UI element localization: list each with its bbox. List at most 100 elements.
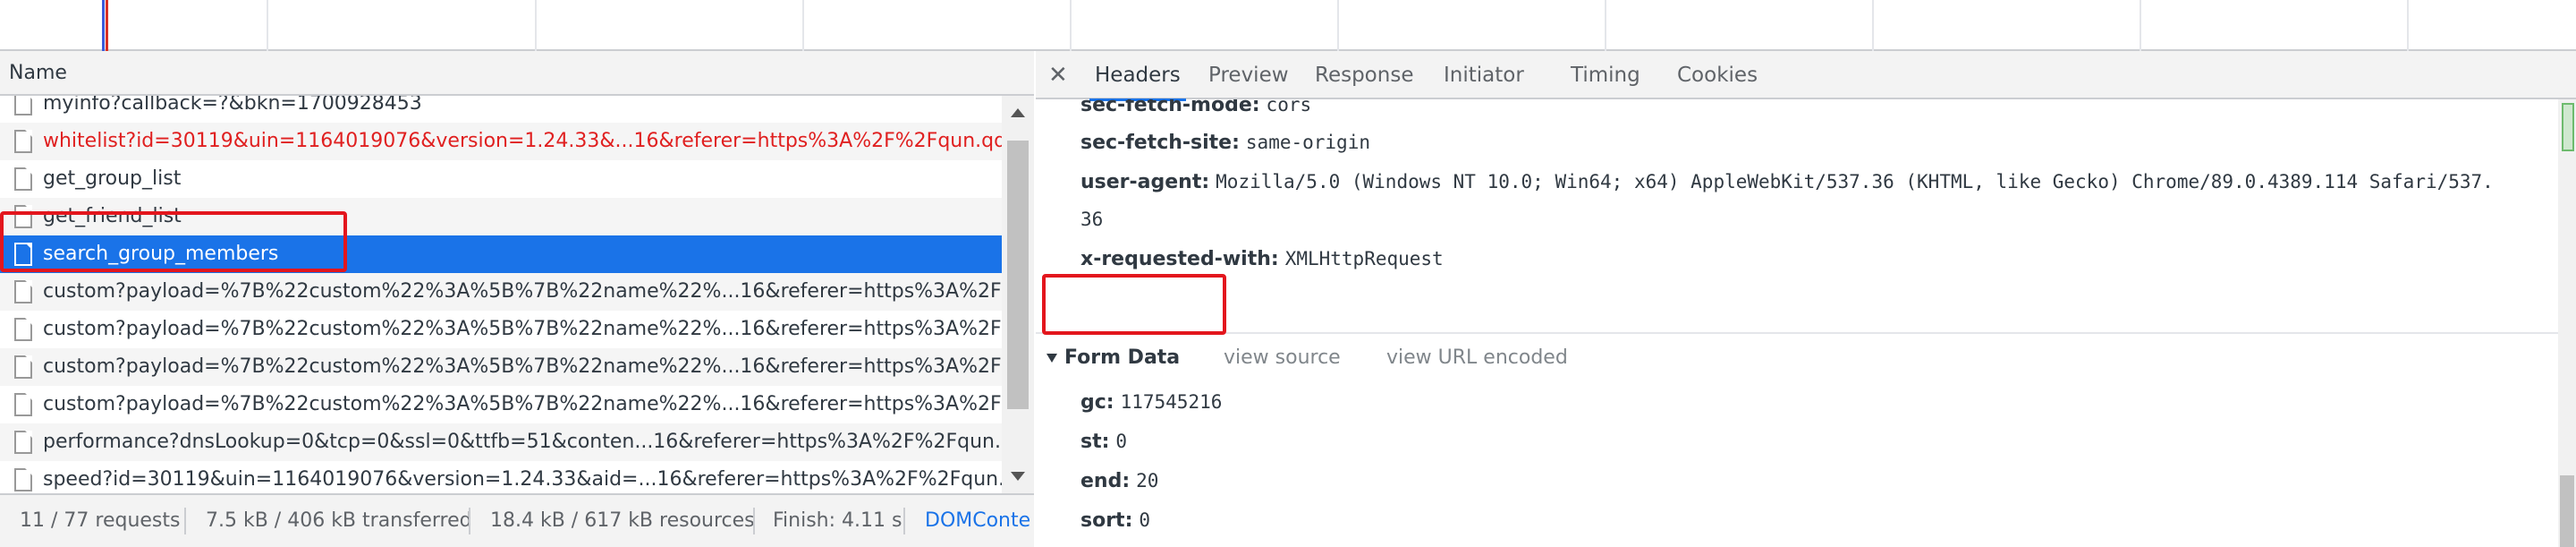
timeline-overview[interactable] <box>0 0 2576 51</box>
status-divider <box>184 508 186 534</box>
header-line: 36 <box>1080 209 1103 231</box>
file-icon <box>14 393 32 416</box>
timeline-dom-marker <box>102 0 105 51</box>
header-line-value: Mozilla/5.0 (Windows NT 10.0; Win64; x64… <box>1216 171 2494 192</box>
request-name: performance?dnsLookup=0&tcp=0&ssl=0&ttfb… <box>43 431 1002 453</box>
request-list-scrollbar[interactable] <box>1002 96 1034 493</box>
scrollbar-thumb[interactable] <box>1007 141 1029 409</box>
header-line: user-agent: Mozilla/5.0 (Windows NT 10.0… <box>1080 171 2494 193</box>
header-line-value: same-origin <box>1245 132 1370 153</box>
detail-tabbar: ✕ Headers Preview Response Initiator Timing C… <box>1036 51 2576 101</box>
form-field: st: 0 <box>1080 431 1127 453</box>
request-name: custom?payload=%7B%22custom%22%3A%5B%7B%… <box>43 393 1002 415</box>
scroll-minimap <box>2562 103 2574 151</box>
timeline-gridline <box>267 0 268 51</box>
file-icon <box>14 318 32 341</box>
tab-headers[interactable]: Headers <box>1089 51 1186 101</box>
form-field-value: 117545216 <box>1120 391 1223 413</box>
tab-cookies[interactable]: Cookies <box>1677 51 1758 99</box>
timeline-gridline <box>1070 0 1072 51</box>
scrollbar-thumb[interactable] <box>2560 475 2574 547</box>
header-line: x-requested-with: XMLHttpRequest <box>1080 248 1444 270</box>
request-name: custom?payload=%7B%22custom%22%3A%5B%7B%… <box>43 280 1002 303</box>
request-row[interactable]: speed?id=30119&uin=1164019076&version=1.… <box>0 461 1002 493</box>
form-field-key: gc: <box>1080 391 1114 414</box>
form-field-key: end: <box>1080 470 1131 492</box>
timeline-gridline <box>1337 0 1339 51</box>
network-status-bar: 11 / 77 requests 7.5 kB / 406 kB transfe… <box>0 493 1034 547</box>
request-row[interactable]: myinfo?callback=?&bkn=1700928453 <box>0 96 1002 123</box>
annotation-box-form-data <box>1042 274 1226 335</box>
request-name: speed?id=30119&uin=1164019076&version=1.… <box>43 468 1002 491</box>
header-line-key: x-requested-with: <box>1080 248 1279 270</box>
tab-timing[interactable]: Timing <box>1571 51 1640 99</box>
timeline-gridline <box>1605 0 1606 51</box>
file-icon <box>14 280 32 303</box>
annotation-box-search-group-members <box>0 211 347 272</box>
view-source-link[interactable]: view source <box>1224 346 1341 369</box>
request-row[interactable]: performance?dnsLookup=0&tcp=0&ssl=0&ttfb… <box>0 423 1002 461</box>
transferred-size: 7.5 kB / 406 kB transferred <box>206 509 472 532</box>
tab-initiator[interactable]: Initiator <box>1444 51 1524 99</box>
form-data-title: Form Data <box>1064 346 1181 369</box>
form-data-toggle[interactable]: Form Data <box>1046 346 1180 369</box>
file-icon <box>14 355 32 379</box>
file-icon <box>14 431 32 454</box>
header-line-value: XMLHttpRequest <box>1284 248 1444 269</box>
request-count: 11 / 77 requests <box>20 509 181 532</box>
timeline-gridline <box>1872 0 1874 51</box>
timeline-gridline <box>2140 0 2141 51</box>
form-field-key: sort: <box>1080 509 1133 532</box>
header-line-key: sec-fetch-site: <box>1080 132 1240 154</box>
form-field-value: 0 <box>1115 431 1128 452</box>
request-name: myinfo?callback=?&bkn=1700928453 <box>43 96 422 115</box>
timeline-gridline <box>2407 0 2409 51</box>
header-line-key: sec-fetch-mode: <box>1080 99 1260 116</box>
section-divider <box>1036 332 2558 334</box>
close-icon[interactable]: ✕ <box>1048 51 1068 99</box>
request-row[interactable]: custom?payload=%7B%22custom%22%3A%5B%7B%… <box>0 386 1002 423</box>
chevron-up-icon[interactable] <box>1011 108 1025 117</box>
form-field: sort: 0 <box>1080 509 1150 532</box>
finish-time: Finish: 4.11 s <box>773 509 902 532</box>
form-field-key: st: <box>1080 431 1110 453</box>
file-icon <box>14 96 32 115</box>
header-line-value: cors <box>1266 99 1312 115</box>
request-row[interactable]: custom?payload=%7B%22custom%22%3A%5B%7B%… <box>0 348 1002 386</box>
request-name: whitelist?id=30119&uin=1164019076&versio… <box>43 130 1002 152</box>
timeline-gridline <box>535 0 537 51</box>
request-list-panel: Name myinfo?callback=?&bkn=1700928453 whi… <box>0 51 1034 547</box>
timeline-load-marker <box>106 0 108 51</box>
tab-response[interactable]: Response <box>1315 51 1413 99</box>
triangle-down-icon <box>1046 354 1057 363</box>
form-field: gc: 117545216 <box>1080 391 1222 414</box>
request-row[interactable]: custom?payload=%7B%22custom%22%3A%5B%7B%… <box>0 273 1002 311</box>
name-column-header[interactable]: Name <box>0 51 1034 96</box>
request-list: myinfo?callback=?&bkn=1700928453 whitelis… <box>0 96 1002 493</box>
timeline-gridline <box>802 0 804 51</box>
chevron-down-icon[interactable] <box>1011 472 1025 481</box>
file-icon <box>14 167 32 191</box>
request-row[interactable]: custom?payload=%7B%22custom%22%3A%5B%7B%… <box>0 311 1002 348</box>
view-url-encoded-link[interactable]: view URL encoded <box>1386 346 1568 369</box>
request-name: custom?payload=%7B%22custom%22%3A%5B%7B%… <box>43 355 1002 378</box>
form-field: end: 20 <box>1080 470 1158 492</box>
form-field-value: 20 <box>1136 470 1159 491</box>
form-field-value: 0 <box>1139 509 1151 531</box>
status-divider <box>903 508 905 534</box>
domcontentloaded-link[interactable]: DOMConte <box>925 495 1030 547</box>
file-icon <box>14 468 32 491</box>
headers-view: sec-fetch-mode: cors sec-fetch-site: same… <box>1036 99 2558 547</box>
request-row[interactable]: whitelist?id=30119&uin=1164019076&versio… <box>0 123 1002 160</box>
file-icon <box>14 130 32 153</box>
request-row[interactable]: get_group_list <box>0 160 1002 198</box>
header-line: sec-fetch-mode: cors <box>1080 99 1311 116</box>
request-name: custom?payload=%7B%22custom%22%3A%5B%7B%… <box>43 318 1002 340</box>
request-detail-panel: ✕ Headers Preview Response Initiator Timing C… <box>1036 51 2576 547</box>
detail-scrollbar[interactable] <box>2558 99 2576 547</box>
tab-preview[interactable]: Preview <box>1208 51 1289 99</box>
header-line: sec-fetch-site: same-origin <box>1080 132 1370 154</box>
header-line-key: user-agent: <box>1080 171 1210 193</box>
status-divider <box>469 508 470 534</box>
status-divider <box>753 508 755 534</box>
